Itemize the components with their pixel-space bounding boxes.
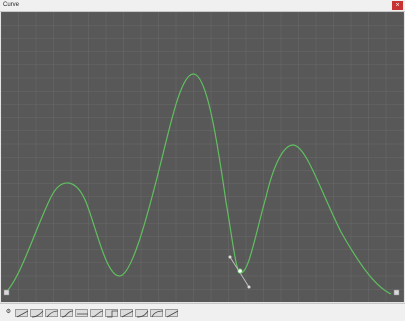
window-title: Curve bbox=[3, 2, 20, 8]
preset-curve-icon bbox=[121, 310, 134, 318]
preset-ease-out-2-button[interactable] bbox=[150, 309, 164, 318]
preset-ease-out-button[interactable] bbox=[45, 309, 59, 318]
preset-curve-icon bbox=[107, 310, 118, 318]
preset-curve-icon bbox=[46, 310, 59, 318]
preset-constant-button[interactable] bbox=[75, 309, 88, 317]
keyframe-end[interactable] bbox=[393, 289, 400, 296]
preset-curve-icon bbox=[91, 310, 104, 318]
selected-keyframe[interactable] bbox=[237, 268, 243, 274]
preset-linear-button[interactable] bbox=[15, 309, 29, 318]
preset-ease-in-button[interactable] bbox=[30, 309, 44, 318]
gear-icon[interactable]: ⚙ bbox=[5, 309, 12, 316]
preset-curve-icon bbox=[61, 310, 74, 318]
preset-curve-icon bbox=[77, 313, 88, 315]
preset-linear-3-button[interactable] bbox=[165, 309, 179, 318]
curve-graph[interactable] bbox=[1, 12, 404, 302]
close-icon: × bbox=[395, 2, 400, 9]
preset-curve-icon bbox=[166, 310, 179, 318]
tangent-handle-out[interactable] bbox=[247, 285, 251, 289]
preset-curve-icon bbox=[31, 310, 44, 318]
preset-step-button[interactable] bbox=[105, 309, 118, 318]
title-bar: Curve × bbox=[0, 0, 405, 12]
preset-toolbar: ⚙ bbox=[0, 303, 405, 321]
keyframe-start[interactable] bbox=[3, 289, 10, 296]
close-button[interactable]: × bbox=[392, 1, 403, 10]
preset-ease-in-out-button[interactable] bbox=[60, 309, 74, 318]
preset-ease-in-2-button[interactable] bbox=[135, 309, 149, 318]
preset-curve-icon bbox=[151, 310, 164, 318]
preset-curve-icon bbox=[136, 310, 149, 318]
preset-linear-2-button[interactable] bbox=[120, 309, 134, 318]
grid bbox=[1, 12, 404, 302]
preset-ease-in-out-2-button[interactable] bbox=[90, 309, 104, 318]
tangent-handle-in[interactable] bbox=[228, 255, 232, 259]
curve-canvas[interactable] bbox=[1, 12, 404, 302]
preset-curve-icon bbox=[16, 310, 29, 318]
